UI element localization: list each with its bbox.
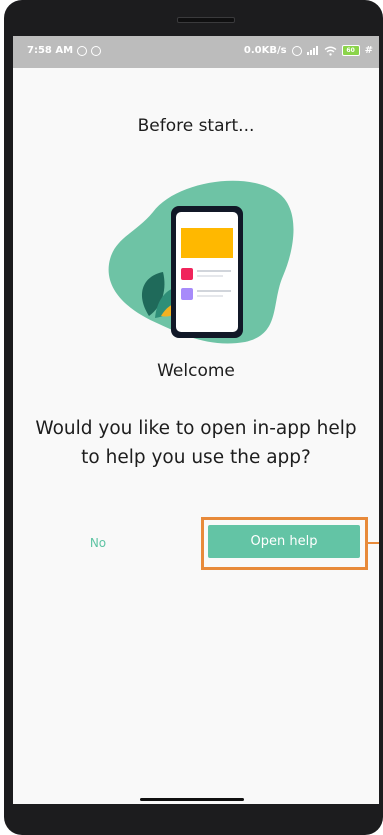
speaker-grille [177, 17, 235, 23]
status-right: 0.0KB/s 60 # [244, 45, 373, 56]
open-help-button[interactable]: Open help [208, 525, 360, 558]
status-left: 7:58 AM [27, 45, 102, 56]
network-speed: 0.0KB/s [243, 45, 287, 56]
help-question: Would you like to open in-app help to he… [35, 418, 357, 468]
status-time: 7:58 AM [27, 45, 74, 56]
notification-icon-2 [91, 45, 102, 56]
highlight-pointer [365, 542, 379, 544]
welcome-heading: Welcome [157, 361, 235, 381]
status-bar: 7:58 AM 0.0KB/s 60 # [13, 36, 379, 68]
notification-icon [77, 45, 88, 56]
battery-icon: 60 [341, 45, 360, 56]
home-indicator[interactable] [140, 798, 244, 801]
wifi-icon [324, 46, 337, 56]
app-screen: 7:58 AM 0.0KB/s 60 # Before start... Wel… [13, 36, 379, 794]
signal-icon [306, 46, 318, 55]
no-button[interactable]: No [75, 530, 121, 556]
page-title: Before start... [137, 116, 255, 136]
phone-illustration [108, 180, 294, 344]
extra-status-icon: # [364, 45, 373, 56]
alarm-icon [291, 45, 302, 56]
